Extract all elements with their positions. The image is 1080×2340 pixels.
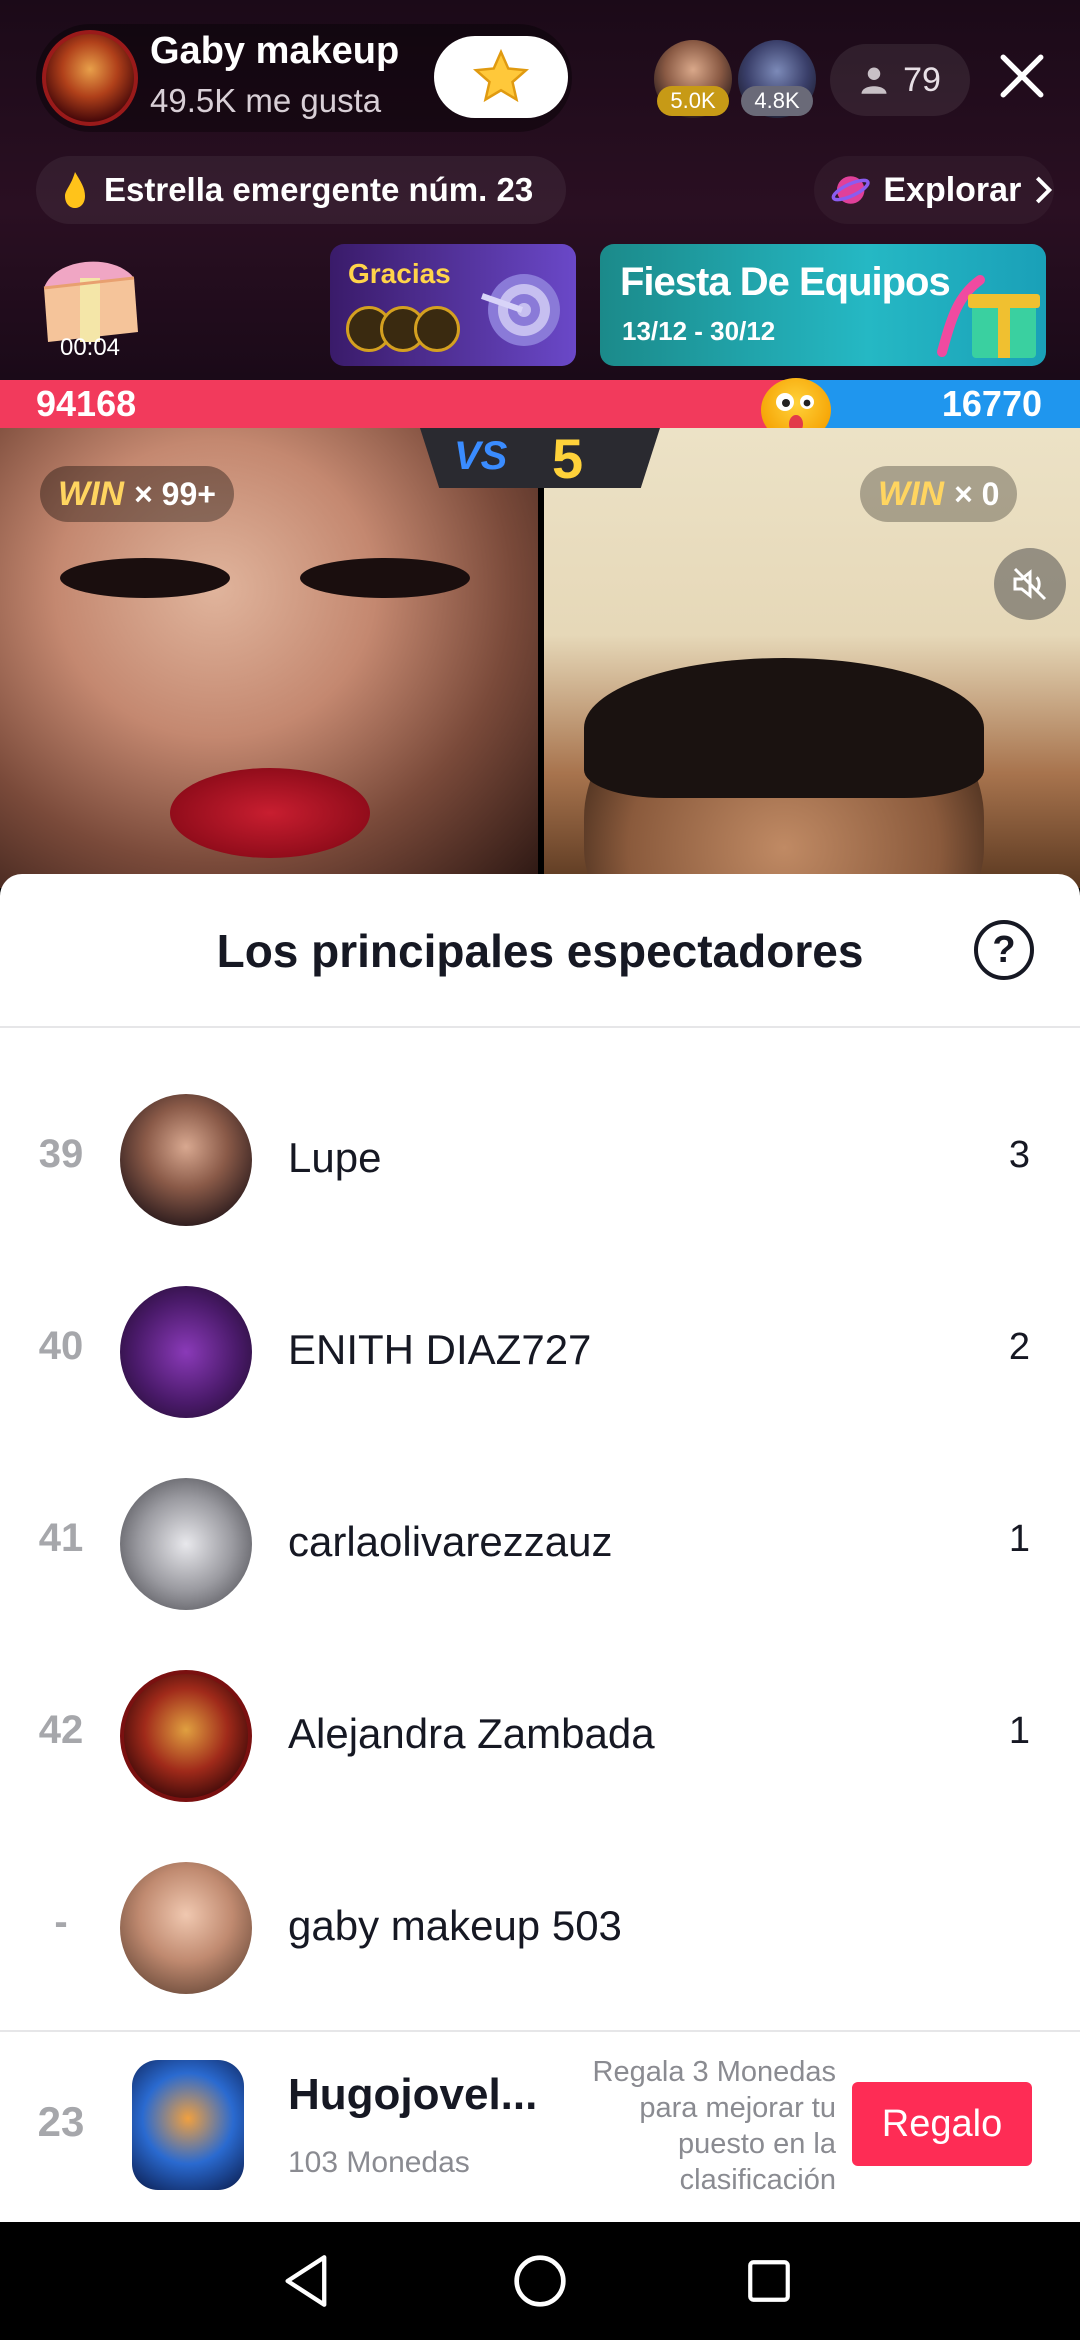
host-name: Gaby makeup — [150, 30, 400, 72]
row-rank: 41 — [38, 1516, 84, 1560]
leaderboard-row[interactable]: 39 Lupe 3 — [0, 1086, 1080, 1226]
mute-icon — [1013, 567, 1047, 601]
top-viewer-badge: 5.0K — [657, 86, 729, 116]
my-rank: 23 — [37, 2098, 85, 2145]
video-detail — [300, 558, 470, 598]
my-username: Hugojovel... — [288, 2070, 538, 2119]
vs-label: VS — [454, 434, 508, 478]
avatar[interactable] — [120, 1478, 252, 1610]
mini-avatar — [414, 306, 460, 352]
home-button[interactable] — [509, 2250, 571, 2312]
row-username: Alejandra Zambada — [288, 1710, 655, 1757]
divider — [0, 1026, 1080, 1028]
back-button[interactable] — [276, 2250, 338, 2312]
row-coins: 1 — [1008, 1710, 1030, 1752]
sheet-title: Los principales espectadores — [216, 925, 864, 977]
battle-score-left: 94168 — [36, 383, 137, 424]
row-coins: 2 — [1008, 1326, 1030, 1368]
treasure-chest-icon — [43, 261, 138, 342]
row-rank: 40 — [38, 1324, 84, 1368]
win-word: WIN — [58, 474, 125, 513]
target-icon — [481, 274, 560, 346]
event-banner[interactable]: Fiesta De Equipos 13/12 - 30/12 — [600, 244, 1046, 366]
leaderboard-row[interactable]: - gaby makeup 503 — [0, 1854, 1080, 1994]
round-count: 5 — [552, 427, 584, 490]
win-count: × 99+ — [134, 475, 216, 512]
row-username: gaby makeup 503 — [288, 1902, 622, 1949]
host-likes: 49.5K me gusta — [150, 82, 382, 119]
viewer-count-value: 79 — [903, 60, 941, 99]
help-icon[interactable]: ? — [974, 920, 1034, 980]
video-detail — [170, 768, 370, 858]
row-rank: 42 — [38, 1708, 84, 1752]
leaderboard-row[interactable]: 41 carlaolivarezzauz 1 — [0, 1470, 1080, 1610]
win-streak-left: WIN × 99+ — [40, 466, 234, 522]
rising-star-pill[interactable]: Estrella emergente núm. 23 — [36, 156, 566, 224]
leaderboard-row[interactable]: 42 Alejandra Zambada 1 — [0, 1662, 1080, 1802]
explore-button[interactable]: Explorar — [814, 156, 1054, 224]
explore-label: Explorar — [883, 170, 1022, 209]
row-username: Lupe — [288, 1134, 382, 1181]
my-coins: 103 Monedas — [288, 2146, 470, 2179]
gift-box-icon — [937, 275, 1040, 358]
close-icon — [1000, 54, 1044, 98]
thanks-banner[interactable]: Gracias — [330, 244, 576, 366]
chevron-right-icon — [1036, 176, 1053, 204]
avatar[interactable] — [120, 1862, 252, 1994]
row-username: ENITH DIAZ727 — [288, 1326, 592, 1373]
row-rank: 39 — [38, 1132, 84, 1176]
home-icon — [514, 2255, 566, 2307]
back-icon — [285, 2255, 327, 2307]
battle-score-bar — [0, 380, 1080, 428]
follow-star-button[interactable] — [434, 36, 568, 118]
planet-icon — [831, 176, 870, 204]
row-username: carlaolivarezzauz — [288, 1518, 613, 1565]
close-button[interactable] — [990, 44, 1054, 108]
avatar[interactable] — [120, 1670, 252, 1802]
live-screen: Gaby makeup 49.5K me gusta 5.0K 4.8K 79 … — [0, 0, 1080, 2340]
event-title: Fiesta De Equipos — [620, 260, 951, 304]
gift-hint: Regala 3 Monedas para mejorar tu puesto … — [592, 2056, 836, 2196]
rising-star-label: Estrella emergente núm. 23 — [104, 171, 534, 208]
host-avatar[interactable] — [42, 30, 138, 126]
treasure-timer: 00:04 — [59, 334, 121, 361]
video-detail — [584, 658, 984, 798]
mute-button[interactable] — [994, 548, 1066, 620]
row-coins: 3 — [1008, 1134, 1030, 1176]
video-detail — [60, 558, 230, 598]
leaderboard-row[interactable]: 40 ENITH DIAZ727 2 — [0, 1278, 1080, 1418]
avatar[interactable] — [120, 1286, 252, 1418]
win-word: WIN — [878, 474, 945, 513]
recents-button[interactable] — [738, 2250, 800, 2312]
win-streak-right: WIN × 0 — [860, 466, 1018, 522]
person-icon — [861, 67, 887, 94]
flame-icon — [65, 172, 85, 208]
row-rank: - — [54, 1900, 68, 1944]
star-icon — [472, 48, 530, 103]
gift-button[interactable]: Regalo — [852, 2082, 1032, 2166]
avatar[interactable] — [132, 2060, 244, 2190]
viewer-count[interactable]: 79 — [830, 44, 970, 116]
avatar[interactable] — [120, 1094, 252, 1226]
win-count: × 0 — [954, 475, 1000, 512]
row-coins: 1 — [1008, 1518, 1030, 1560]
thanks-title: Gracias — [348, 258, 451, 289]
event-dates: 13/12 - 30/12 — [622, 316, 776, 346]
recents-icon — [748, 2260, 790, 2302]
battle-score-right: 16770 — [941, 383, 1042, 424]
top-viewer-badge: 4.8K — [741, 86, 813, 116]
